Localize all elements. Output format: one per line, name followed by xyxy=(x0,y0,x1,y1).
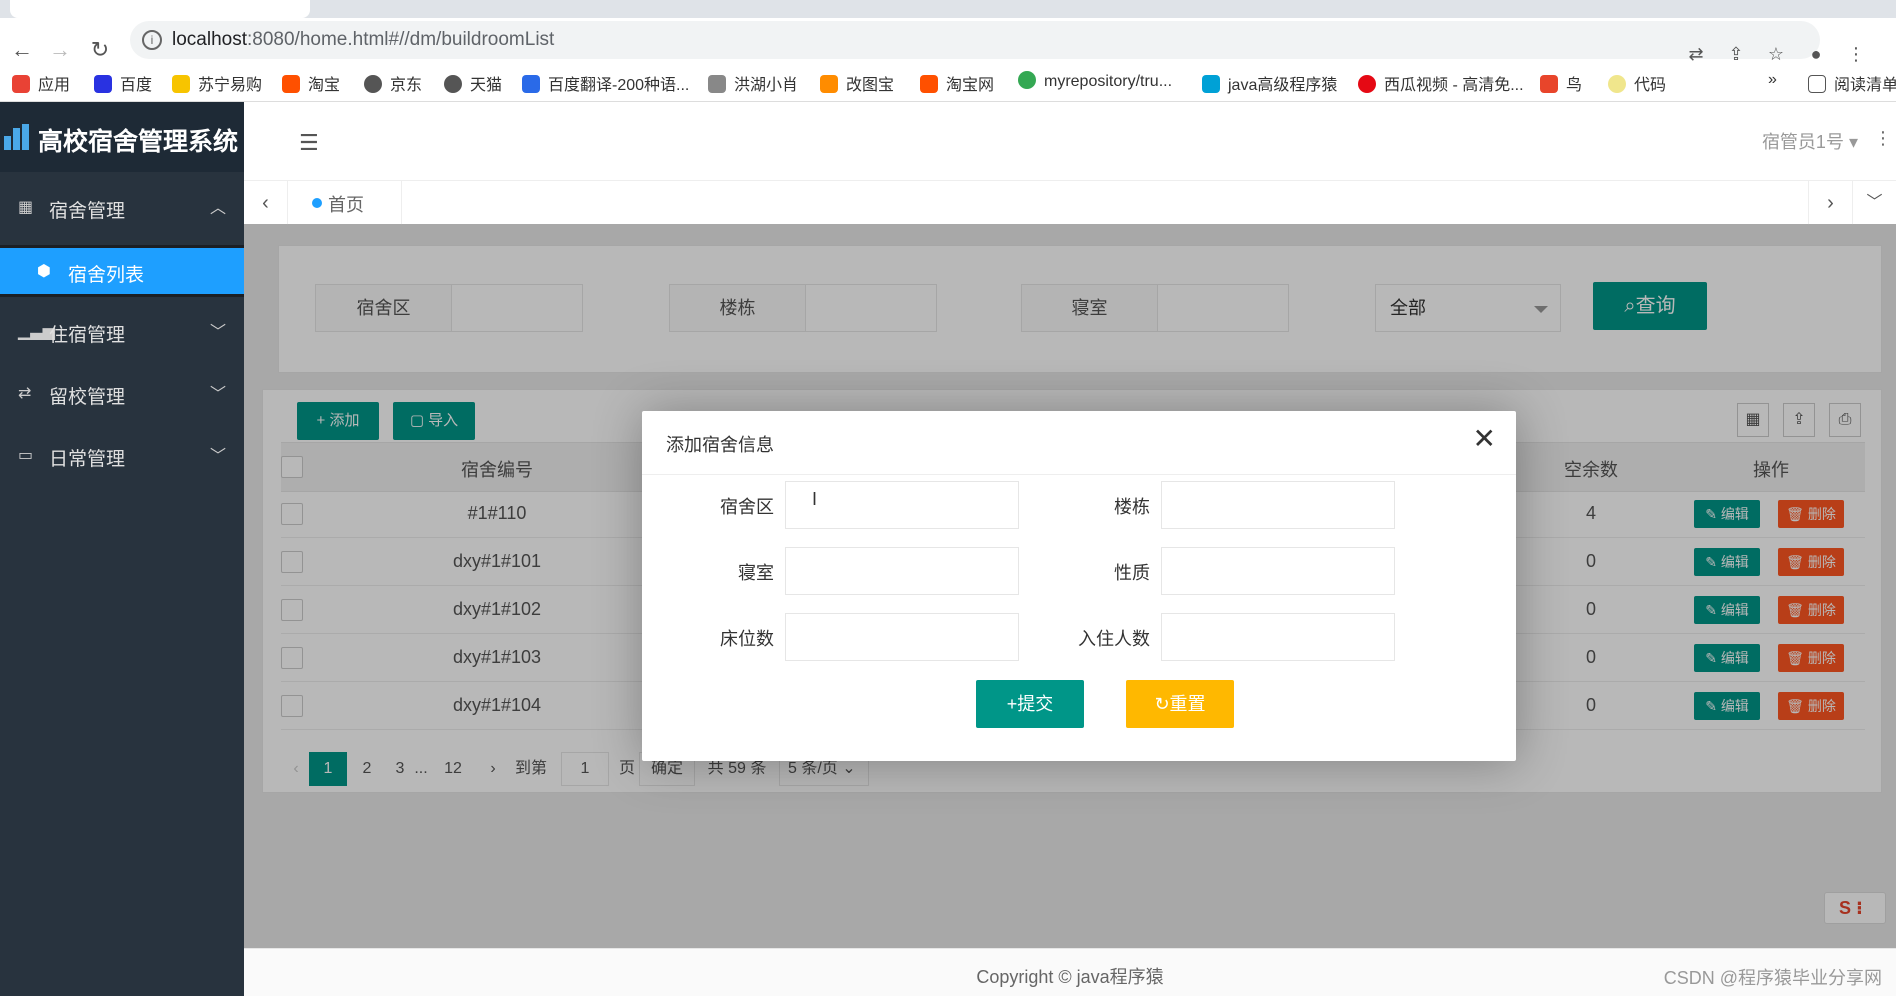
area-input[interactable] xyxy=(785,481,1019,529)
bookmark-taobao[interactable]: 淘宝 xyxy=(282,71,340,95)
menu-label: 住宿管理 xyxy=(49,325,126,346)
dialog-title: 添加宿舍信息 xyxy=(666,435,774,455)
room-label: 寝室 xyxy=(738,563,774,583)
area-label: 宿舍区 xyxy=(720,497,774,517)
occupants-label: 入住人数 xyxy=(1078,629,1150,649)
sidebar: 高校宿舍管理系统 ▦ 宿舍管理 ︿ ⬢ 宿舍列表 ▁▃▅ 住宿管理 ﹀ ⇄ 留校… xyxy=(0,102,244,996)
chevron-right-icon[interactable]: › xyxy=(1808,181,1852,225)
dialog-header: 添加宿舍信息 ✕ xyxy=(642,411,1516,475)
url-host: localhost xyxy=(172,29,247,50)
submenu-dorm-list[interactable]: ⬢ 宿舍列表 xyxy=(0,245,244,297)
csdn-watermark: CSDN @程序猿毕业分享网 xyxy=(1663,968,1882,988)
user-menu[interactable]: 宿管员1号 ▾ xyxy=(1762,128,1858,154)
browser-tab[interactable] xyxy=(10,0,310,18)
text-cursor-icon: I xyxy=(812,489,818,509)
bookmark-apps[interactable]: 应用 xyxy=(12,71,70,95)
url-path: :8080/home.html#//dm/buildroomList xyxy=(247,29,555,50)
menu-toggle-icon[interactable]: ☰ xyxy=(299,130,319,156)
menu-label: 宿舍管理 xyxy=(49,201,126,222)
plus-icon: + xyxy=(1006,694,1018,714)
reading-list[interactable]: 阅读清单 xyxy=(1808,71,1896,95)
tab-home[interactable]: 首页 xyxy=(288,181,402,225)
menu-daily[interactable]: ▭ 日常管理 ﹀ xyxy=(0,428,244,484)
nature-label: 性质 xyxy=(1114,563,1150,583)
menu-label: 日常管理 xyxy=(49,449,126,470)
site-info-icon[interactable]: i xyxy=(142,30,162,50)
bookmark-tmall[interactable]: 天猫 xyxy=(444,71,502,95)
building-input[interactable] xyxy=(1161,481,1395,529)
app-title: 高校宿舍管理系统 xyxy=(38,128,239,156)
cube-icon: ⬢ xyxy=(37,263,51,280)
building-label: 楼栋 xyxy=(1114,497,1150,517)
bookmark-java[interactable]: java高级程序猿 xyxy=(1202,71,1337,95)
beds-label: 床位数 xyxy=(720,629,774,649)
close-icon[interactable]: ✕ xyxy=(1473,425,1496,453)
bookmark-xigua[interactable]: 西瓜视频 - 高清免... xyxy=(1358,71,1524,95)
reset-button[interactable]: ↻重置 xyxy=(1126,680,1234,728)
room-input[interactable] xyxy=(785,547,1019,595)
bookmarks-bar: 应用 百度 苏宁易购 淘宝 京东 天猫 百度翻译-200种语... 洪湖小肖 改… xyxy=(0,62,1896,102)
bookmark-myrepository[interactable]: myrepository/tru... xyxy=(1018,71,1172,91)
menu-dorm-management[interactable]: ▦ 宿舍管理 ︿ xyxy=(0,180,244,236)
top-header: ☰ 宿管员1号 ▾ ⋮ xyxy=(244,102,1896,180)
bookmark-baidu[interactable]: 百度 xyxy=(94,71,152,95)
browser-tabstrip xyxy=(0,0,1896,18)
chevron-down-icon: ﹀ xyxy=(209,324,226,341)
menu-stay-school[interactable]: ⇄ 留校管理 ﹀ xyxy=(0,366,244,422)
bookmark-niao[interactable]: 鸟 xyxy=(1540,71,1582,95)
menu-label: 留校管理 xyxy=(49,387,126,408)
chevron-down-icon: ﹀ xyxy=(209,448,226,465)
swap-icon: ⇄ xyxy=(18,385,32,402)
bookmarks-more[interactable]: » xyxy=(1768,71,1777,89)
nature-input[interactable] xyxy=(1161,547,1395,595)
bookmark-honghu[interactable]: 洪湖小肖 xyxy=(708,71,798,95)
occupants-input[interactable] xyxy=(1161,613,1395,661)
more-icon[interactable]: ⋮ xyxy=(1874,128,1892,149)
bookmark-gaitubao[interactable]: 改图宝 xyxy=(820,71,894,95)
reload-icon[interactable]: ↻ xyxy=(88,38,112,62)
submit-button[interactable]: +提交 xyxy=(976,680,1084,728)
bookmark-code[interactable]: 代码 xyxy=(1608,71,1666,95)
submenu-label: 宿舍列表 xyxy=(68,265,145,286)
bookmark-taobaowang[interactable]: 淘宝网 xyxy=(920,71,994,95)
chevron-down-icon: ﹀ xyxy=(209,386,226,403)
building-logo-icon xyxy=(4,124,30,150)
back-icon[interactable]: ← xyxy=(10,38,34,62)
monitor-icon: ▭ xyxy=(18,447,34,464)
forward-icon[interactable]: → xyxy=(48,38,72,62)
menu-accommodation[interactable]: ▁▃▅ 住宿管理 ﹀ xyxy=(0,304,244,360)
refresh-icon: ↻ xyxy=(1154,694,1170,714)
user-name: 宿管员1号 xyxy=(1761,132,1844,152)
dot-icon xyxy=(312,198,322,208)
beds-input[interactable] xyxy=(785,613,1019,661)
app-logo: 高校宿舍管理系统 xyxy=(0,102,244,172)
chevron-left-icon[interactable]: ‹ xyxy=(244,181,288,225)
chevron-up-icon: ︿ xyxy=(209,200,226,217)
page-tabs: ‹ 首页 › ﹀ xyxy=(244,180,1896,225)
add-dorm-dialog: 添加宿舍信息 ✕ 宿舍区 I 楼栋 寝室 性质 床位数 入住人数 +提交 ↻重置 xyxy=(642,411,1516,761)
bookmark-jd[interactable]: 京东 xyxy=(364,71,422,95)
bookmark-baidu-translate[interactable]: 百度翻译-200种语... xyxy=(522,71,689,95)
copyright: Copyright © java程序猿 xyxy=(976,967,1164,987)
footer: Copyright © java程序猿 xyxy=(244,948,1896,996)
chevron-down-icon[interactable]: ﹀ xyxy=(1852,181,1896,225)
bookmark-suning[interactable]: 苏宁易购 xyxy=(172,71,262,95)
url-field[interactable]: i localhost:8080/home.html#//dm/buildroo… xyxy=(130,21,1820,59)
signal-icon: ▁▃▅ xyxy=(18,323,55,340)
building-icon: ▦ xyxy=(18,199,34,216)
